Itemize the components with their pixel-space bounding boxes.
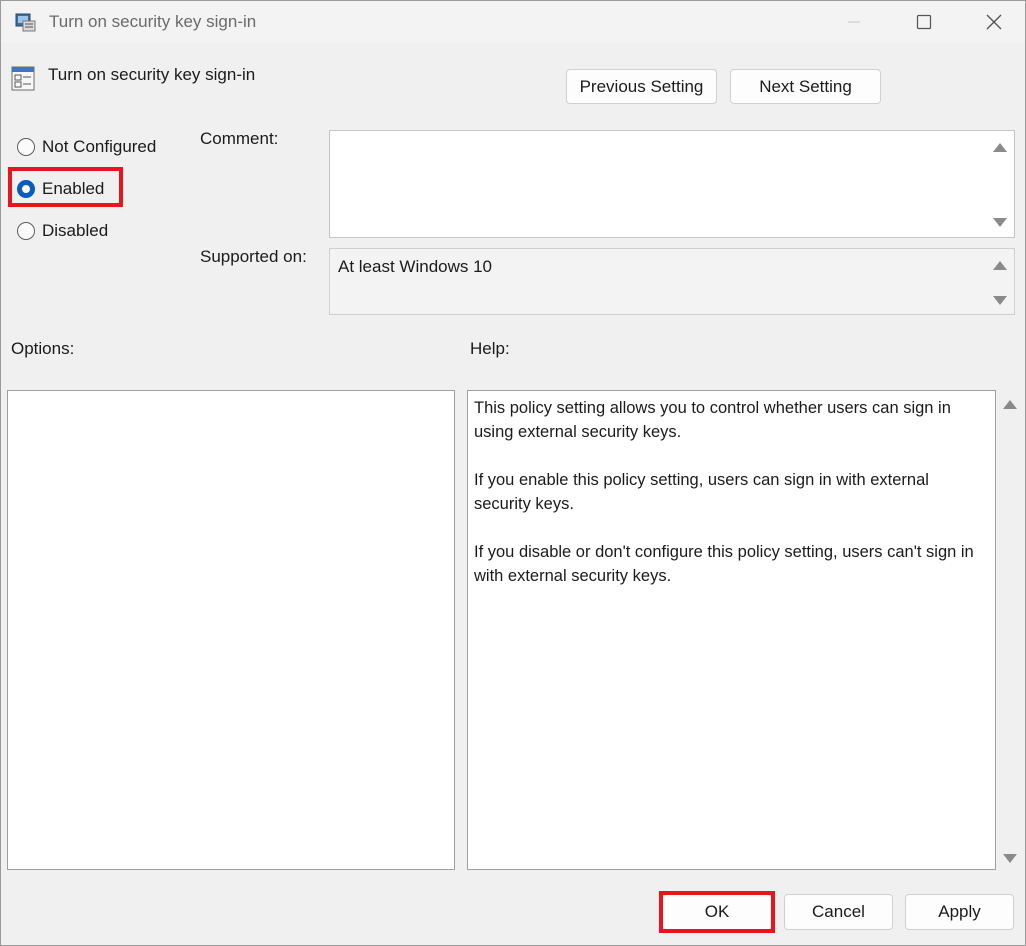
options-panel (7, 390, 455, 870)
supported-on-field: At least Windows 10 (329, 248, 1015, 315)
scroll-up-icon[interactable] (993, 143, 1007, 152)
scroll-up-icon[interactable] (993, 261, 1007, 270)
scroll-down-icon[interactable] (993, 218, 1007, 227)
policy-editor-icon (15, 13, 36, 32)
help-paragraph: If you disable or don't configure this p… (474, 543, 974, 585)
radio-disabled[interactable]: Disabled (17, 219, 108, 243)
maximize-button[interactable] (889, 1, 959, 43)
minimize-icon (848, 21, 860, 23)
next-setting-button[interactable]: Next Setting (730, 69, 881, 104)
title-bar: Turn on security key sign-in (1, 1, 1025, 43)
policy-dialog-window: Turn on security key sign-in Turn on sec… (0, 0, 1026, 946)
help-paragraph: If you enable this policy setting, users… (474, 471, 929, 513)
radio-label-disabled: Disabled (42, 221, 109, 240)
comment-label: Comment: (200, 129, 279, 148)
previous-setting-button[interactable]: Previous Setting (566, 69, 717, 104)
help-label: Help: (470, 339, 510, 358)
minimize-button[interactable] (819, 1, 889, 43)
maximize-icon (916, 14, 932, 30)
policy-setting-icon (11, 66, 35, 91)
close-button[interactable] (959, 1, 1026, 43)
radio-circle[interactable] (17, 222, 35, 240)
supported-on-label: Supported on: (200, 247, 307, 266)
close-icon (986, 14, 1002, 30)
scroll-down-icon[interactable] (993, 296, 1007, 305)
options-label: Options: (11, 339, 75, 358)
radio-not-configured[interactable]: Not Configured (17, 135, 156, 159)
comment-textarea[interactable] (329, 130, 1015, 238)
apply-button[interactable]: Apply (905, 894, 1014, 930)
help-text: This policy setting allows you to contro… (474, 396, 989, 612)
ok-highlight-box (659, 891, 775, 933)
help-scroll-down-icon[interactable] (1003, 854, 1017, 863)
enabled-highlight-box (8, 167, 123, 207)
setting-title: Turn on security key sign-in (48, 65, 256, 84)
cancel-button[interactable]: Cancel (784, 894, 893, 930)
radio-label-not-configured: Not Configured (42, 137, 157, 156)
help-paragraph: This policy setting allows you to contro… (474, 399, 951, 441)
radio-circle[interactable] (17, 138, 35, 156)
supported-on-value: At least Windows 10 (338, 257, 493, 276)
help-scroll-up-icon[interactable] (1003, 400, 1017, 409)
window-title: Turn on security key sign-in (49, 12, 257, 31)
